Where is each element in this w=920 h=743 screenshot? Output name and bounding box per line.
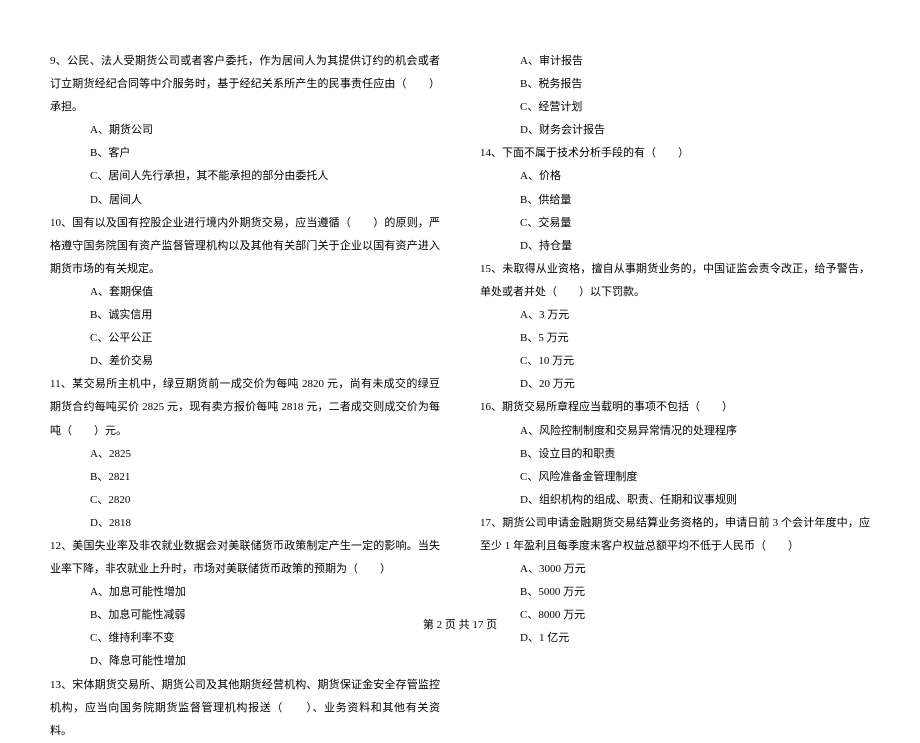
q15-option-b: B、5 万元 <box>480 327 870 350</box>
q10-option-d: D、差价交易 <box>50 350 440 373</box>
q15-option-d: D、20 万元 <box>480 373 870 396</box>
q14-option-c: C、交易量 <box>480 212 870 235</box>
q16-option-a: A、风险控制制度和交易异常情况的处理程序 <box>480 420 870 443</box>
q16-option-b: B、设立目的和职责 <box>480 443 870 466</box>
q13-option-b: B、税务报告 <box>480 73 870 96</box>
q13-option-a: A、审计报告 <box>480 50 870 73</box>
question-9: 9、公民、法人受期货公司或者客户委托，作为居间人为其提供订约的机会或者订立期货经… <box>50 50 440 119</box>
q11-option-b: B、2821 <box>50 466 440 489</box>
question-16: 16、期货交易所章程应当载明的事项不包括（ ） <box>480 396 870 419</box>
q11-option-d: D、2818 <box>50 512 440 535</box>
question-15: 15、未取得从业资格，擅自从事期货业务的，中国证监会责令改正，给予警告，单处或者… <box>480 258 870 304</box>
q11-option-a: A、2825 <box>50 443 440 466</box>
q15-option-c: C、10 万元 <box>480 350 870 373</box>
q10-option-c: C、公平公正 <box>50 327 440 350</box>
q17-option-a: A、3000 万元 <box>480 558 870 581</box>
left-column: 9、公民、法人受期货公司或者客户委托，作为居间人为其提供订约的机会或者订立期货经… <box>50 50 440 610</box>
q17-option-b: B、5000 万元 <box>480 581 870 604</box>
q13-option-d: D、财务会计报告 <box>480 119 870 142</box>
q14-option-b: B、供给量 <box>480 189 870 212</box>
q16-option-d: D、组织机构的组成、职责、任期和议事规则 <box>480 489 870 512</box>
q13-option-c: C、经营计划 <box>480 96 870 119</box>
question-13: 13、宋体期货交易所、期货公司及其他期货经营机构、期货保证金安全存管监控机构，应… <box>50 674 440 743</box>
right-column: A、审计报告 B、税务报告 C、经营计划 D、财务会计报告 14、下面不属于技术… <box>480 50 870 610</box>
q10-option-b: B、诚实信用 <box>50 304 440 327</box>
q11-option-c: C、2820 <box>50 489 440 512</box>
question-11: 11、某交易所主机中，绿豆期货前一成交价为每吨 2820 元，尚有未成交的绿豆期… <box>50 373 440 442</box>
page-footer: 第 2 页 共 17 页 <box>0 616 920 632</box>
content-columns: 9、公民、法人受期货公司或者客户委托，作为居间人为其提供订约的机会或者订立期货经… <box>50 50 870 610</box>
q9-option-b: B、客户 <box>50 142 440 165</box>
q12-option-d: D、降息可能性增加 <box>50 650 440 673</box>
q14-option-d: D、持仓量 <box>480 235 870 258</box>
q9-option-d: D、居间人 <box>50 189 440 212</box>
q10-option-a: A、套期保值 <box>50 281 440 304</box>
question-10: 10、国有以及国有控股企业进行境内外期货交易，应当遵循（ ）的原则，严格遵守国务… <box>50 212 440 281</box>
q15-option-a: A、3 万元 <box>480 304 870 327</box>
q9-option-c: C、居间人先行承担，其不能承担的部分由委托人 <box>50 165 440 188</box>
question-12: 12、美国失业率及非农就业数据会对美联储货币政策制定产生一定的影响。当失业率下降… <box>50 535 440 581</box>
q12-option-a: A、加息可能性增加 <box>50 581 440 604</box>
question-14: 14、下面不属于技术分析手段的有（ ） <box>480 142 870 165</box>
question-17: 17、期货公司申请金融期货交易结算业务资格的，申请日前 3 个会计年度中，应至少… <box>480 512 870 558</box>
q16-option-c: C、风险准备金管理制度 <box>480 466 870 489</box>
q14-option-a: A、价格 <box>480 165 870 188</box>
q9-option-a: A、期货公司 <box>50 119 440 142</box>
